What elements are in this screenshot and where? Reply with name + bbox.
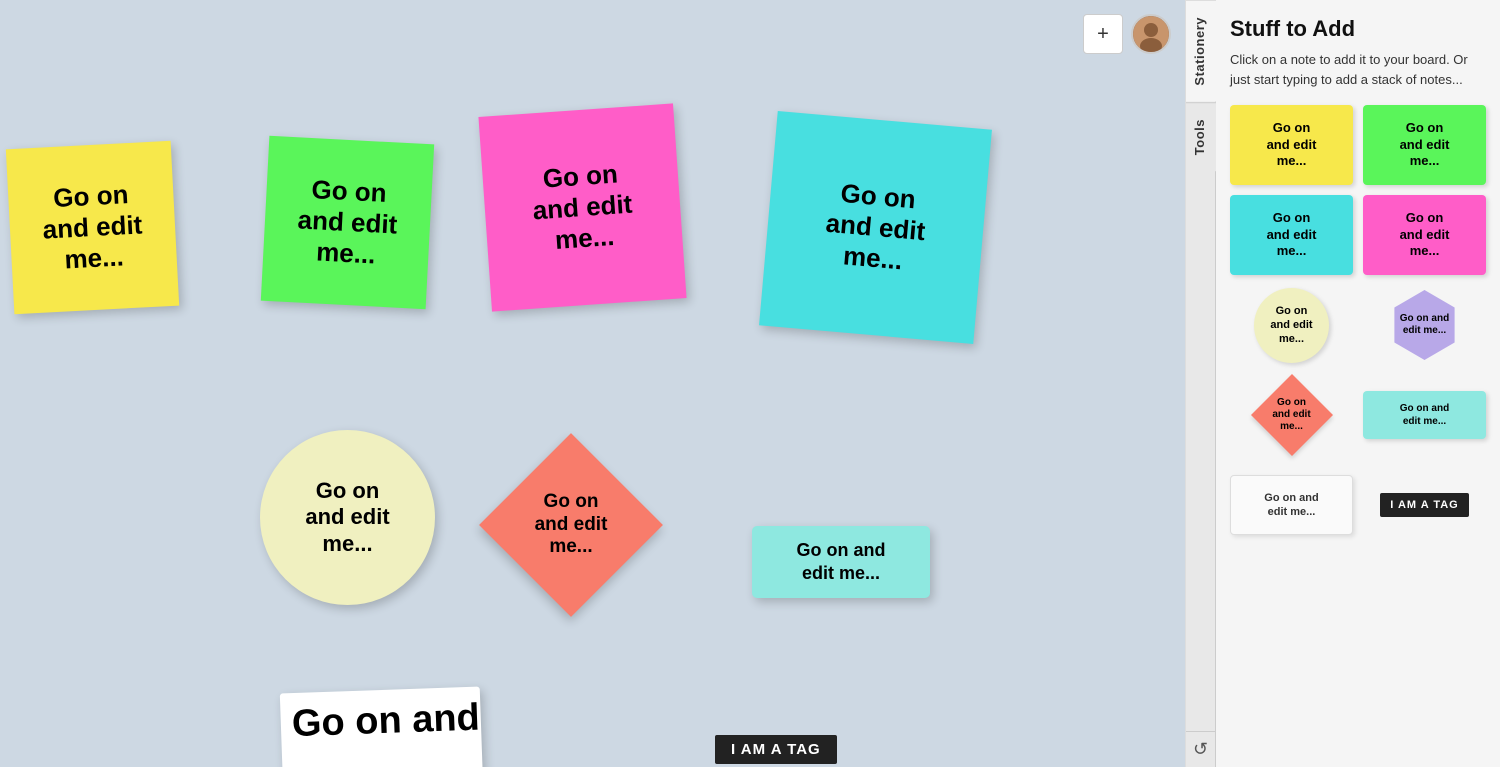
stationery-text: Go on andedit me... <box>1258 485 1324 526</box>
sticky-note-diamond[interactable]: Go onand editme... <box>476 415 666 635</box>
note-text: Go on andedit me... <box>797 539 886 586</box>
stationery-text: Go on andedit me... <box>1394 396 1455 434</box>
add-button[interactable]: + <box>1083 14 1123 54</box>
stationery-yellow-square[interactable]: Go onand editme... <box>1230 105 1353 185</box>
note-text: Go onand editme... <box>40 178 144 277</box>
stationery-green-square[interactable]: Go onand editme... <box>1363 105 1486 185</box>
stationery-text: Go onand editme... <box>1394 114 1456 177</box>
sidebar-tabs: Stationery Tools ↺ <box>1186 0 1216 767</box>
undo-button[interactable]: ↺ <box>1186 731 1216 767</box>
stationery-pink-square[interactable]: Go onand editme... <box>1363 195 1486 275</box>
stationery-small-rect[interactable]: Go on andedit me... <box>1363 375 1486 455</box>
sticky-note-yellow[interactable]: Go onand editme... <box>6 141 179 314</box>
stationery-circle[interactable]: Go onand editme... <box>1230 285 1353 365</box>
user-avatar[interactable] <box>1131 14 1171 54</box>
stationery-text: Go onand editme... <box>1261 114 1323 177</box>
main-canvas[interactable]: + Go onand editme... Go onand editme... … <box>0 0 1185 767</box>
stationery-text: Go onand editme... <box>1394 204 1456 267</box>
stationery-white-note[interactable]: Go on andedit me... <box>1230 465 1353 545</box>
stationery-text: Go onand editme... <box>1272 397 1310 433</box>
tab-tools[interactable]: Tools <box>1186 102 1216 171</box>
sticky-note-green[interactable]: Go onand editme... <box>261 136 434 309</box>
stationery-tag[interactable]: I AM A TAG <box>1363 465 1486 545</box>
stationery-text: Go onand editme... <box>1264 298 1318 353</box>
note-text: Go onand editme... <box>530 157 636 257</box>
note-text: Go onand editme... <box>822 177 929 279</box>
stationery-text: Go onand editme... <box>1261 204 1323 267</box>
sidebar-description: Click on a note to add it to your board.… <box>1230 50 1486 89</box>
sticky-note-pink[interactable]: Go onand editme... <box>478 103 686 311</box>
tag-text: I AM A TAG <box>731 741 821 758</box>
stationery-cyan-square[interactable]: Go onand editme... <box>1230 195 1353 275</box>
sticky-note-cyan[interactable]: Go onand editme... <box>759 111 992 344</box>
sticky-note-circle[interactable]: Go onand editme... <box>260 430 435 605</box>
note-text: Go on and <box>281 697 480 747</box>
sidebar: Stationery Tools ↺ Stuff to Add Click on… <box>1185 0 1500 767</box>
note-text: Go onand editme... <box>305 478 389 557</box>
stationery-hexagon[interactable]: Go on andedit me... <box>1363 285 1486 365</box>
sidebar-content: Stuff to Add Click on a note to add it t… <box>1216 0 1500 767</box>
stationery-tag-text: I AM A TAG <box>1390 499 1458 511</box>
canvas-toolbar: + <box>1083 14 1171 54</box>
stationery-diamond[interactable]: Go onand editme... <box>1230 375 1353 455</box>
tab-stationery[interactable]: Stationery <box>1186 0 1216 102</box>
stationery-grid: Go onand editme... Go onand editme... Go… <box>1230 105 1486 545</box>
sidebar-title: Stuff to Add <box>1230 16 1486 42</box>
stationery-text: Go on andedit me... <box>1400 313 1449 337</box>
sticky-note-partial[interactable]: Go on and <box>280 687 484 767</box>
sticky-note-rect[interactable]: Go on andedit me... <box>752 526 930 598</box>
note-text: Go onand editme... <box>295 173 399 272</box>
tag-note[interactable]: I AM A TAG <box>715 735 837 764</box>
